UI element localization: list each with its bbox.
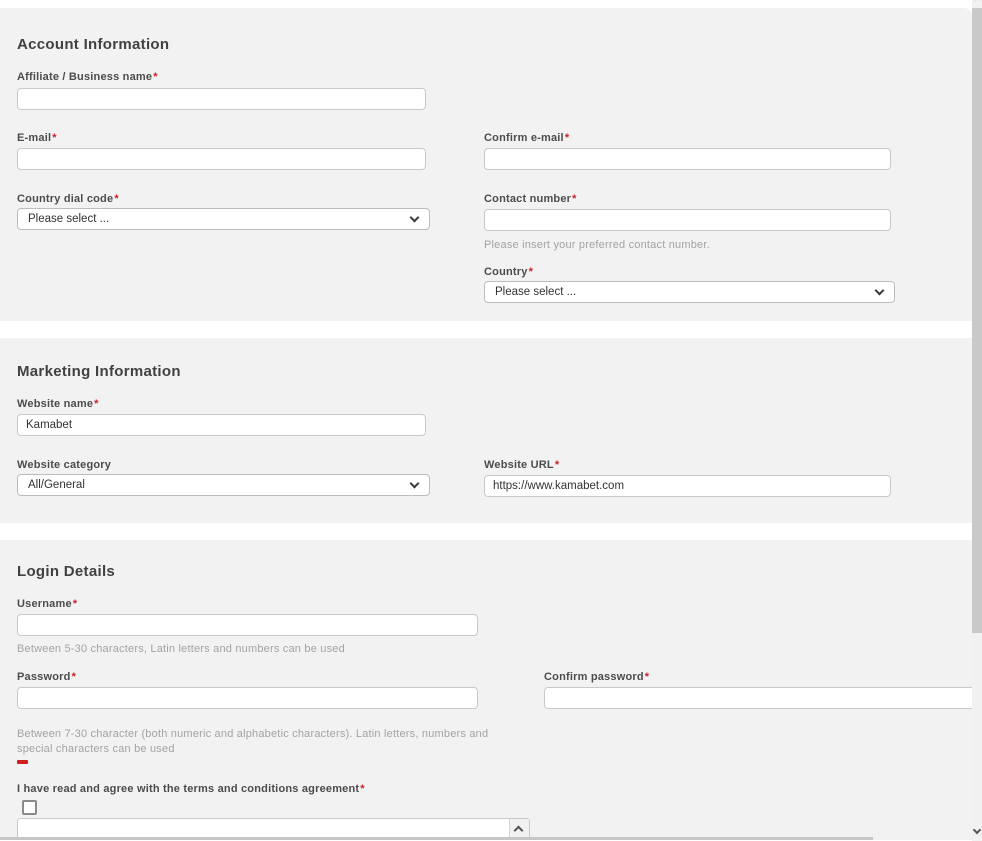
contact-number-label: Contact number* [484, 193, 577, 205]
marketing-section-title: Marketing Information [17, 363, 181, 380]
website-category-selected-value: All/General [28, 479, 85, 491]
website-name-label: Website name* [17, 398, 99, 410]
chevron-down-icon [875, 286, 885, 296]
terms-agreement-label: I have read and agree with the terms and… [17, 783, 365, 795]
password-input[interactable] [17, 687, 478, 709]
website-name-input[interactable] [17, 414, 426, 436]
email-input[interactable] [17, 148, 426, 170]
registration-form-page: Account Information Affiliate / Business… [0, 0, 982, 841]
required-asterisk: * [153, 71, 157, 83]
country-dial-code-select[interactable]: Please select ... [17, 208, 430, 230]
email-label: E-mail* [17, 132, 57, 144]
required-asterisk: * [529, 266, 533, 278]
required-asterisk: * [645, 671, 649, 683]
contact-number-help-text: Please insert your preferred contact num… [484, 238, 710, 253]
login-section-title: Login Details [17, 563, 115, 580]
vertical-scrollbar-thumb[interactable] [972, 8, 982, 633]
country-select[interactable]: Please select ... [484, 281, 895, 303]
username-label: Username* [17, 598, 77, 610]
contact-number-input[interactable] [484, 209, 891, 231]
website-url-input[interactable] [484, 475, 891, 497]
chevron-up-icon [514, 826, 524, 836]
terms-agreement-checkbox[interactable] [22, 800, 37, 815]
required-asterisk: * [94, 398, 98, 410]
country-label: Country* [484, 266, 533, 278]
chevron-down-icon [410, 213, 420, 223]
website-category-select[interactable]: All/General [17, 474, 430, 496]
horizontal-scrollbar-track[interactable] [0, 837, 972, 840]
terms-scrollbar[interactable] [509, 819, 529, 837]
vertical-scrollbar-track[interactable] [972, 0, 982, 841]
terms-and-conditions-textbox[interactable] [17, 818, 530, 837]
confirm-email-label: Confirm e-mail* [484, 132, 569, 144]
account-section-title: Account Information [17, 36, 169, 53]
country-selected-value: Please select ... [495, 286, 576, 298]
country-dial-code-selected-value: Please select ... [28, 213, 109, 225]
website-url-label: Website URL* [484, 459, 559, 471]
chevron-down-icon [410, 479, 420, 489]
required-asterisk: * [73, 598, 77, 610]
affiliate-name-label: Affiliate / Business name* [17, 71, 158, 83]
password-label: Password* [17, 671, 76, 683]
password-help-text: Between 7-30 character (both numeric and… [17, 727, 522, 757]
affiliate-name-input[interactable] [17, 88, 426, 110]
username-input[interactable] [17, 614, 478, 636]
scroll-down-arrow-icon[interactable] [973, 826, 981, 834]
confirm-password-label: Confirm password* [544, 671, 649, 683]
website-category-label: Website category [17, 459, 111, 471]
required-asterisk: * [52, 132, 56, 144]
horizontal-scrollbar-thumb[interactable] [0, 837, 873, 840]
required-asterisk: * [555, 459, 559, 471]
confirm-email-input[interactable] [484, 148, 891, 170]
required-asterisk: * [360, 783, 364, 795]
required-asterisk: * [572, 193, 576, 205]
username-help-text: Between 5-30 characters, Latin letters a… [17, 642, 345, 657]
country-dial-code-label: Country dial code* [17, 193, 119, 205]
confirm-password-input[interactable] [544, 687, 975, 709]
scroll-up-arrow-icon[interactable] [974, 0, 982, 3]
required-asterisk: * [565, 132, 569, 144]
required-asterisk: * [114, 193, 118, 205]
validation-dash-indicator [17, 760, 28, 764]
required-asterisk: * [72, 671, 76, 683]
